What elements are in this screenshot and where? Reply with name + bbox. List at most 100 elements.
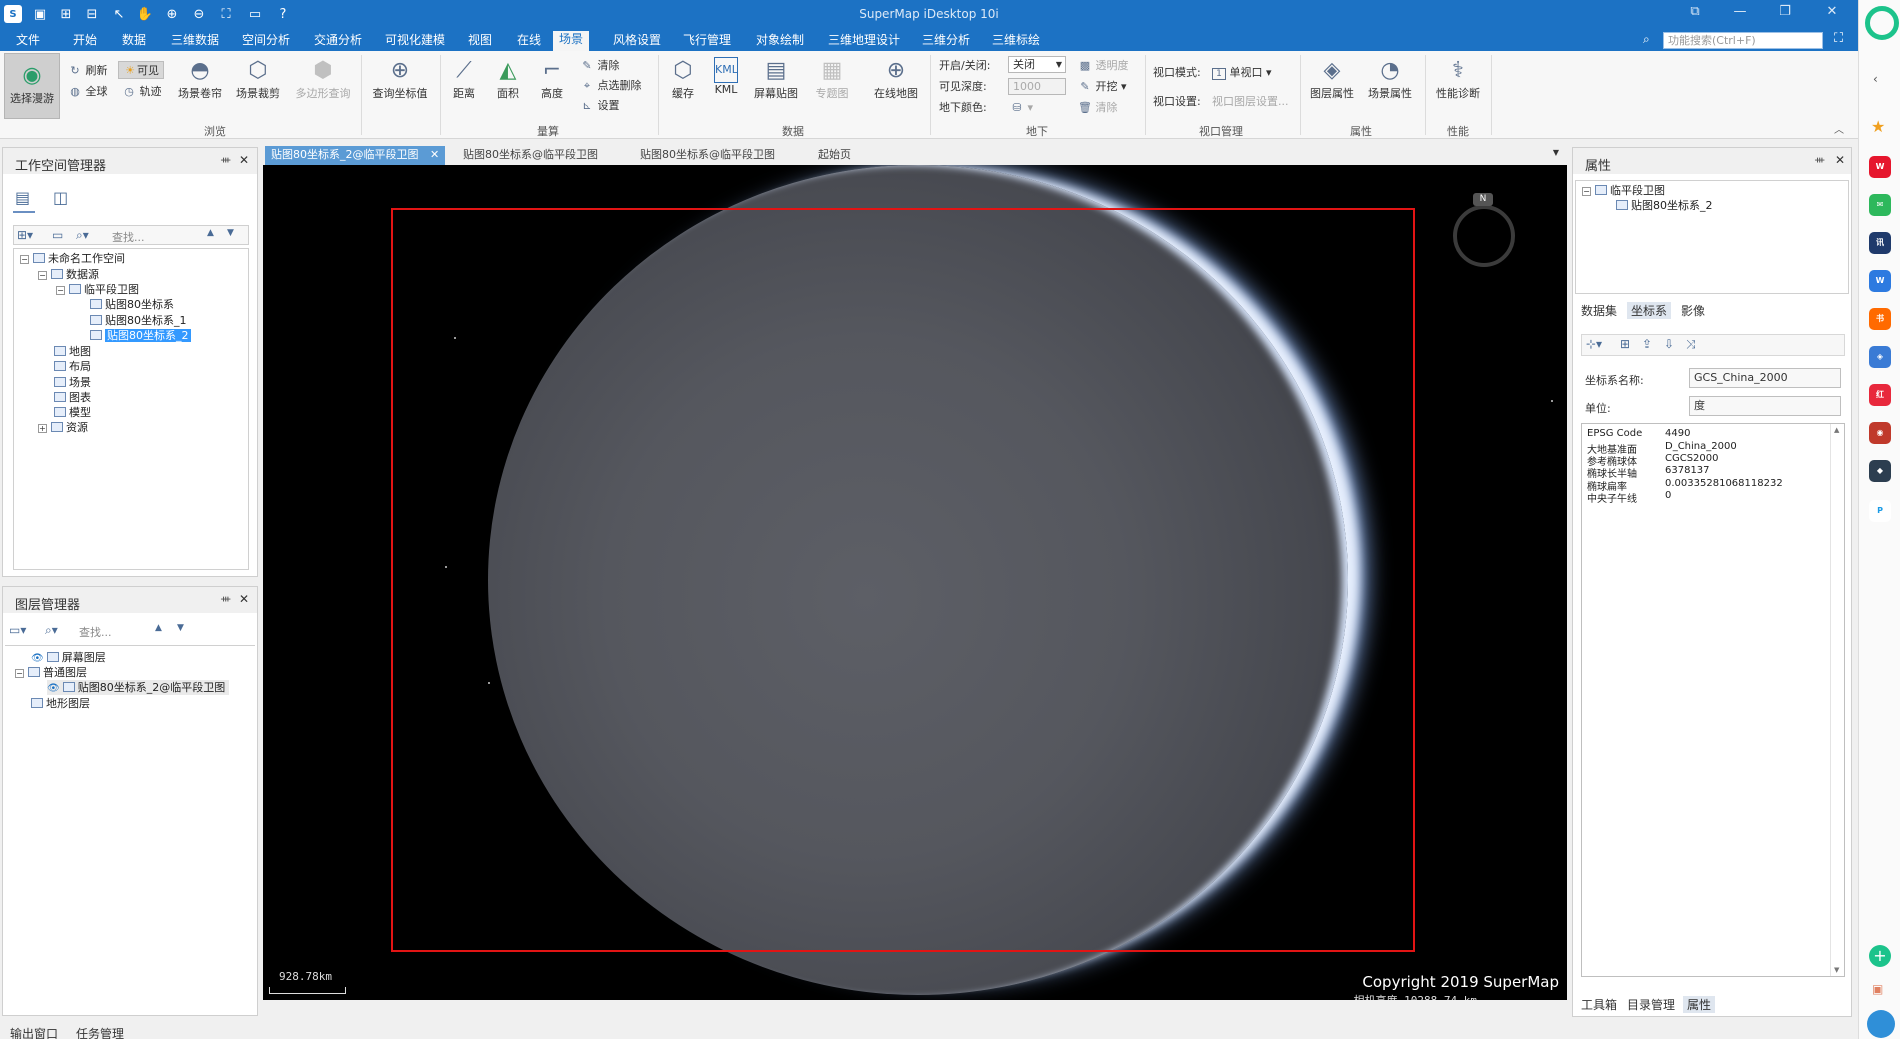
measure-clear-button[interactable]: ✎ 清除	[580, 57, 619, 75]
layer-properties-button[interactable]: ◈ 图层属性	[1306, 57, 1358, 101]
tree-item-scenes[interactable]: 场景	[54, 375, 91, 390]
eye-icon[interactable]: 👁	[47, 681, 60, 696]
tree-item-terrain-layers[interactable]: 地形图层	[31, 696, 90, 711]
close-tab-icon[interactable]: ✕	[430, 148, 439, 161]
tree-item-layouts[interactable]: 布局	[54, 359, 91, 374]
pin-icon[interactable]: ᚒ	[221, 155, 230, 166]
underground-onoff-select[interactable]: 关闭 ▼	[1008, 56, 1066, 73]
tree-item-datasource[interactable]: − 临平段卫图	[56, 282, 139, 297]
collapse-icon[interactable]: −	[56, 286, 65, 295]
tab-task-management[interactable]: 任务管理	[76, 1025, 124, 1039]
menu-online[interactable]: 在线	[517, 32, 541, 51]
shuffle-icon[interactable]: ⤨	[1686, 337, 1696, 352]
tab-directory[interactable]: 目录管理	[1627, 996, 1675, 1013]
novel-app-icon[interactable]: 书	[1869, 308, 1891, 330]
tree-item-dataset[interactable]: 贴图80坐标系	[90, 297, 174, 312]
layer-find-input[interactable]: 查找...	[79, 624, 112, 640]
menu-data[interactable]: 数据	[122, 32, 146, 51]
menu-start[interactable]: 开始	[73, 32, 97, 51]
start-orb-icon[interactable]	[1867, 1010, 1895, 1038]
query-coord-button[interactable]: ⊕ 查询坐标值	[367, 57, 433, 101]
distance-button[interactable]: ⟋ 距离	[448, 57, 480, 101]
close-icon[interactable]: ✕	[1835, 153, 1845, 167]
find-prev-icon[interactable]: ▲	[155, 623, 162, 633]
open-datasource-icon[interactable]: ⊞▾	[17, 228, 33, 242]
tree-item-workspace[interactable]: − 未命名工作空间	[20, 251, 125, 266]
search-icon[interactable]: ⌕	[1643, 32, 1650, 47]
subtab-image[interactable]: 影像	[1681, 302, 1705, 319]
find-prev-icon[interactable]: ▲	[207, 228, 214, 238]
find-icon[interactable]: ⌕▾	[45, 623, 58, 638]
viewport-layer-settings-button[interactable]: 视口图层设置...	[1212, 93, 1289, 111]
collapse-icon[interactable]: −	[15, 669, 24, 678]
workspace-find-input[interactable]: 查找...	[112, 229, 145, 245]
collapse-icon[interactable]: −	[20, 255, 29, 264]
visible-toggle[interactable]: ☀ 可见	[118, 61, 164, 79]
scene-clip-button[interactable]: ⬡ 场景裁剪	[230, 57, 286, 101]
add-app-icon[interactable]: +	[1869, 945, 1891, 967]
fullscreen-icon[interactable]: ⛶	[1834, 31, 1843, 46]
expand-icon[interactable]: +	[38, 424, 47, 433]
unit-field[interactable]: 度	[1689, 396, 1841, 416]
menu-3d-plotting[interactable]: 三维标绘	[992, 32, 1040, 51]
tree-item-datasources[interactable]: − 数据源	[38, 267, 99, 282]
tree-item-datasource[interactable]: − 临平段卫图	[1582, 183, 1665, 198]
tree-item-charts[interactable]: 图表	[54, 390, 91, 405]
find-icon[interactable]: ⌕▾	[76, 228, 89, 243]
cache-button[interactable]: ⬡ 缓存	[665, 57, 701, 101]
tab-scene[interactable]: 贴图80坐标系@临平段卫图	[640, 146, 775, 165]
tree-item-dataset-selected[interactable]: 贴图80坐标系_2	[90, 328, 191, 343]
collapse-icon[interactable]: −	[1582, 187, 1591, 196]
online-map-button[interactable]: ⊕ 在线地图	[868, 57, 924, 101]
screen-map-button[interactable]: ▤ 屏幕贴图	[750, 57, 802, 101]
track-button[interactable]: ◷ 轨迹	[122, 83, 161, 101]
eye-icon[interactable]: 👁	[31, 651, 44, 666]
tree-item-screen-layers[interactable]: 👁 屏幕图层	[31, 650, 106, 665]
tree-item-dataset[interactable]: 贴图80坐标系_2	[1616, 198, 1713, 213]
game-app-icon[interactable]: ◈	[1869, 346, 1891, 368]
tree-item-resources[interactable]: + 资源	[38, 420, 88, 435]
viewport-mode-select[interactable]: 1 单视口 ▾	[1212, 64, 1272, 82]
shop-app-icon[interactable]: 红	[1869, 384, 1891, 406]
collapse-icon[interactable]: −	[38, 271, 47, 280]
scroll-up-icon[interactable]: ▲	[1834, 426, 1839, 434]
doc-app-icon[interactable]: W	[1869, 270, 1891, 292]
underground-clear-button[interactable]: 🗑 清除	[1078, 99, 1117, 117]
game3-app-icon[interactable]: ◆	[1869, 460, 1891, 482]
kml-button[interactable]: KML KML	[708, 57, 744, 96]
import-icon[interactable]: ⇩	[1664, 337, 1674, 351]
subtab-dataset[interactable]: 数据集	[1581, 302, 1617, 319]
close-icon[interactable]: ✕	[239, 592, 249, 606]
close-button[interactable]: ✕	[1812, 4, 1852, 24]
tab-list-dropdown-icon[interactable]: ▼	[1553, 148, 1559, 157]
menu-spatial-analysis[interactable]: 空间分析	[242, 32, 290, 51]
tree-item-dataset[interactable]: 贴图80坐标系_1	[90, 313, 187, 328]
menu-traffic-analysis[interactable]: 交通分析	[314, 32, 362, 51]
menu-file[interactable]: 文件	[16, 32, 40, 51]
tab-toolbox[interactable]: 工具箱	[1581, 996, 1617, 1013]
full-globe-button[interactable]: ◍ 全球	[68, 83, 107, 101]
weibo-app-icon[interactable]: W	[1869, 156, 1891, 178]
scrollbar[interactable]: ▲ ▼	[1830, 424, 1844, 976]
export-icon[interactable]: ⇪	[1642, 337, 1652, 351]
menu-3d-data[interactable]: 三维数据	[171, 32, 219, 51]
point-delete-button[interactable]: ⌖ 点选删除	[580, 77, 642, 95]
pin-icon[interactable]: ᚒ	[221, 594, 230, 605]
refresh-button[interactable]: ↻ 刷新	[68, 62, 107, 80]
collapse-ribbon-icon[interactable]: ︿	[1834, 121, 1844, 136]
excavate-button[interactable]: ✎ 开挖 ▾	[1078, 78, 1126, 96]
menu-3d-analysis[interactable]: 三维分析	[922, 32, 970, 51]
minimize-button[interactable]: —	[1720, 4, 1760, 24]
workspace-tree-icon[interactable]: ▤	[15, 188, 30, 207]
close-icon[interactable]: ✕	[239, 153, 249, 167]
grid-icon[interactable]: ⊞	[1620, 337, 1630, 351]
mail-app-icon[interactable]: ✉	[1869, 194, 1891, 216]
menu-3d-geodesign[interactable]: 三维地理设计	[828, 32, 900, 51]
tab-scene-active[interactable]: 贴图80坐标系_2@临平段卫图 ✕	[265, 146, 446, 165]
tree-item-normal-layers[interactable]: − 普通图层	[15, 665, 87, 680]
restore-icon[interactable]: ⧉	[1675, 4, 1715, 24]
thematic-button[interactable]: ▦ 专题图	[810, 57, 854, 101]
function-search-input[interactable]: 功能搜索(Ctrl+F)	[1663, 32, 1823, 49]
gift-icon[interactable]: ▣	[1872, 982, 1883, 996]
maximize-button[interactable]: ❐	[1765, 4, 1805, 24]
